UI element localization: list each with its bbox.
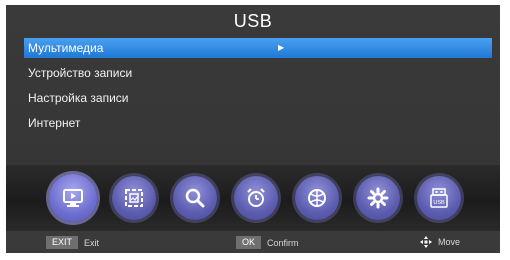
- usb-menu-panel: USB Мультимедиа ▶ Устройство записи Наст…: [6, 5, 500, 165]
- dock-usb[interactable]: USB: [412, 171, 466, 225]
- usb-icon-label: USB: [433, 200, 445, 206]
- picture-icon: [125, 189, 143, 207]
- dock-internet[interactable]: [290, 171, 344, 225]
- move-arrows-icon: [420, 236, 432, 248]
- exit-hint-label: Exit: [84, 237, 100, 248]
- dock-alarm-clock[interactable]: [229, 171, 283, 225]
- dock-search[interactable]: [168, 171, 222, 225]
- function-dock: USB: [6, 165, 500, 231]
- exit-hint: EXIT Exit: [46, 236, 99, 249]
- key-hint-bar: EXIT Exit OK Confirm Move: [6, 231, 500, 253]
- tv-screen: USB Мультимедиа ▶ Устройство записи Наст…: [6, 5, 500, 253]
- menu-item-recording-device[interactable]: Устройство записи: [24, 63, 492, 83]
- exit-key-badge: EXIT: [46, 236, 79, 249]
- dock-media-player[interactable]: [46, 171, 100, 225]
- menu-item-label: Мультимедиа: [28, 41, 104, 55]
- move-hint: Move: [420, 236, 460, 248]
- ok-key-badge: OK: [236, 236, 262, 249]
- menu-item-internet[interactable]: Интернет: [24, 113, 492, 133]
- usb-icon: USB: [430, 188, 448, 208]
- menu-item-label: Интернет: [28, 116, 81, 130]
- menu-item-label: Устройство записи: [28, 66, 133, 80]
- search-icon: [185, 188, 205, 208]
- confirm-hint: OK Confirm: [236, 236, 299, 249]
- move-hint-label: Move: [438, 237, 461, 247]
- media-player-icon: [63, 189, 83, 207]
- menu-item-recording-settings[interactable]: Настройка записи: [24, 88, 492, 108]
- dock-picture[interactable]: [107, 171, 161, 225]
- menu-item-multimedia[interactable]: Мультимедиа ▶: [24, 38, 492, 58]
- globe-icon: [308, 189, 326, 207]
- submenu-arrow-icon: ▶: [278, 43, 285, 52]
- dock-settings[interactable]: [351, 171, 405, 225]
- menu-item-label: Настройка записи: [28, 91, 129, 105]
- settings-gear-icon: [367, 187, 389, 209]
- page-title: USB: [233, 11, 273, 31]
- confirm-hint-label: Confirm: [267, 237, 299, 248]
- alarm-clock-icon: [247, 188, 265, 207]
